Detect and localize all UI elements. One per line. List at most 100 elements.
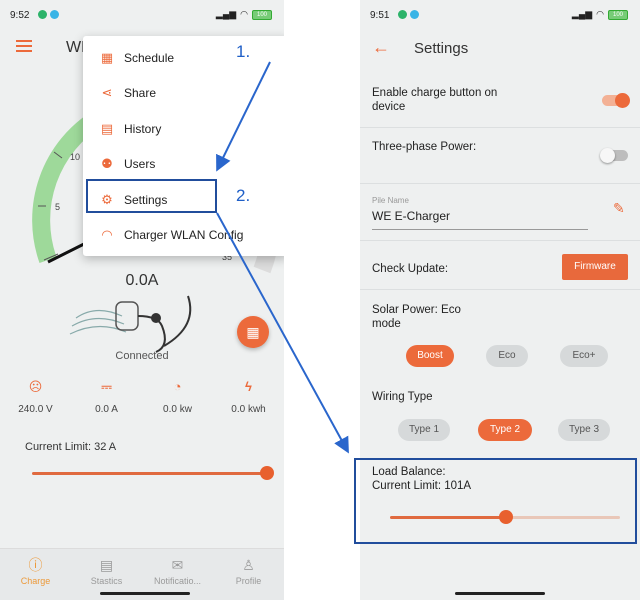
notification-dot-icon [410,10,419,19]
speedometer-icon: ◔ [173,379,182,394]
menu-icon[interactable] [16,40,32,52]
statistics-tab-icon: ▤ [99,557,114,573]
divider [360,289,640,290]
enable-charge-label: Enable charge button on device [372,87,498,113]
pile-name-hint: Pile Name [372,196,409,205]
tab-label: Notificatio... [153,576,202,586]
notification-dot-icon [398,10,407,19]
wifi-icon: ◠ [101,227,113,243]
wiring-option-type1[interactable]: Type 1 [398,419,450,441]
pile-name-input[interactable]: WE E-Charger [372,209,450,223]
enable-charge-toggle[interactable] [602,93,630,108]
tab-profile[interactable]: ♙ Profile [213,549,284,600]
tab-charge[interactable]: ⓘ Charge [0,549,71,600]
divider [360,240,640,241]
wiring-option-type2[interactable]: Type 2 [478,419,532,441]
metric-energy: ϟ 0.0 kwh [213,378,284,415]
current-limit-slider[interactable] [32,472,268,475]
history-icon: ▤ [100,120,114,136]
tab-label: Profile [235,576,262,586]
menu-item-users[interactable]: ⚉ Users [83,147,284,183]
settings-highlight-box [86,179,217,213]
battery-icon: 100 [252,9,272,20]
status-notification-icons [398,10,419,19]
signal-icon: ▂▄▆ [571,9,593,19]
current-limit-slider-knob[interactable] [260,466,274,480]
home-indicator [455,592,545,595]
schedule-fab-button[interactable]: ▦ [237,316,269,348]
share-icon: ⋖ [101,85,113,101]
home-indicator [100,592,190,595]
tab-label: Stastics [90,576,123,586]
toggle-knob [600,148,615,163]
menu-item-wlan-config[interactable]: ◠ Charger WLAN Config [83,218,284,254]
calendar-icon: ▦ [100,49,114,65]
wiring-option-type3[interactable]: Type 3 [558,419,610,441]
menu-item-share[interactable]: ⋖ Share [83,76,284,112]
page-title: Settings [414,40,469,57]
gauge-tick-label-10: 10 [70,152,80,162]
menu-item-label: Schedule [124,50,175,65]
back-arrow-icon[interactable]: ← [372,37,390,58]
metric-current: ⎓ 0.0 A [71,378,142,415]
load-balance-highlight-box [354,458,637,544]
charger-plug-image [69,295,192,353]
metric-value: 240.0 V [18,404,53,415]
solar-option-eco[interactable]: Eco [486,345,528,367]
three-phase-label: Three-phase Power: [372,141,477,153]
gauge-tick-label-5: 5 [55,202,60,212]
status-time: 9:52 [10,10,30,21]
step-2-label: 2. [236,186,251,205]
toggle-knob [615,93,630,108]
menu-item-label: History [124,121,162,136]
wiring-type-label: Wiring Type [372,391,433,403]
firmware-button[interactable]: Firmware [562,254,628,280]
status-signal: ▂▄▆ ◠ 100 [572,9,628,20]
menu-item-label: Users [124,157,156,172]
metric-value: 0.0 A [95,404,118,415]
solar-option-eco-plus[interactable]: Eco+ [560,345,608,367]
notification-tab-icon: ✉ [171,557,184,573]
connection-status: Connected [115,350,169,362]
menu-item-label: Share [124,86,157,101]
menu-item-history[interactable]: ▤ History [83,111,284,147]
current-limit-label: Current Limit: 32 A [25,441,117,453]
wifi-status-icon: ◠ [596,9,604,19]
signal-icon: ▂▄▆ [215,9,237,19]
metric-value: 0.0 kwh [231,404,266,415]
battery-icon: 100 [608,9,628,20]
three-phase-toggle[interactable] [600,148,628,163]
solar-power-label: Solar Power: Eco mode [372,304,461,330]
metrics-row: ☹ 240.0 V ⎓ 0.0 A ◔ 0.0 kw ϟ 0.0 kwh [0,378,284,415]
current-readout: 0.0A [125,272,159,289]
overflow-menu: ▦ Schedule ⋖ Share ▤ History ⚉ Users ⚙ S… [83,36,284,256]
main-screen: 9:52 ▂▄▆ ◠ 100 WE 5 10 35 0.0A Connected [0,0,284,600]
profile-tab-icon: ♙ [242,557,255,573]
menu-item-schedule[interactable]: ▦ Schedule [83,40,284,76]
metric-power: ◔ 0.0 kw [142,378,213,415]
step-1-label: 1. [236,42,251,61]
setting-three-phase: Three-phase Power: [360,128,640,184]
check-update-label: Check Update: [372,263,449,275]
plug-icon: ☹ [28,379,43,394]
bolt-icon: ϟ [245,379,252,394]
users-icon: ⚉ [101,156,113,172]
metric-voltage: ☹ 240.0 V [0,378,71,415]
notification-dot-icon [50,10,59,19]
status-notification-icons [38,10,59,19]
current-icon: ⎓ [101,379,112,394]
status-bar: 9:51 ▂▄▆ ◠ 100 [360,0,640,30]
tab-label: Charge [20,576,51,586]
calendar-add-icon: ▦ [246,324,260,340]
charge-tab-icon: ⓘ [28,557,43,573]
notification-dot-icon [38,10,47,19]
menu-item-label: Charger WLAN Config [124,228,244,243]
wifi-status-icon: ◠ [240,9,248,19]
solar-option-boost[interactable]: Boost [406,345,454,367]
status-bar: 9:52 ▂▄▆ ◠ 100 [0,0,284,30]
pile-name-underline [372,229,588,230]
app-bar: ← Settings [360,30,640,70]
setting-enable-charge: Enable charge button on device [360,74,640,128]
pencil-icon[interactable]: ✎ [613,200,625,217]
metric-value: 0.0 kw [163,404,192,415]
